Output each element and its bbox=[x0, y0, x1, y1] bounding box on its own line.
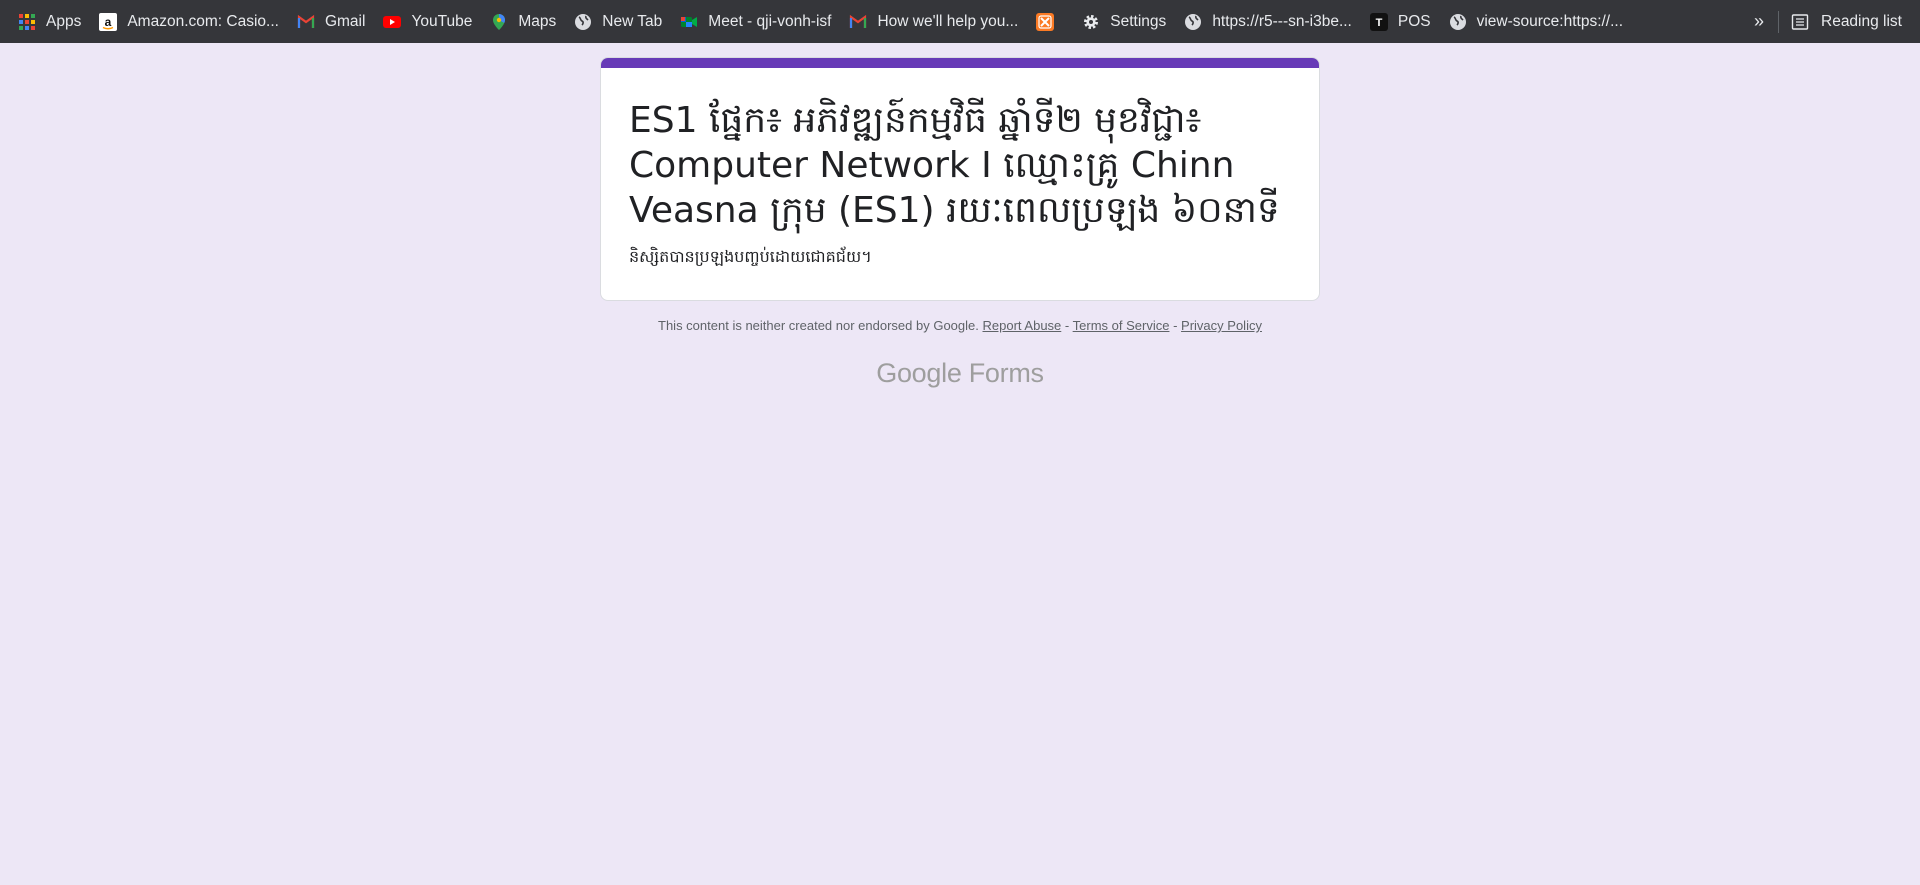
bookmark-amazon[interactable]: a Amazon.com: Casio... bbox=[90, 7, 288, 37]
bookmarks-overflow-button[interactable]: » bbox=[1744, 11, 1774, 32]
svg-text:a: a bbox=[105, 15, 112, 29]
footer-separator: - bbox=[1173, 318, 1178, 333]
bookmarks-bar: Apps a Amazon.com: Casio... Gmail YouTub… bbox=[0, 0, 1920, 43]
gear-icon bbox=[1082, 13, 1100, 31]
google-forms-logo[interactable]: Google Forms bbox=[600, 358, 1320, 389]
bookmark-label: Gmail bbox=[324, 12, 366, 30]
form-accent-bar bbox=[601, 58, 1319, 68]
reading-list-button[interactable]: Reading list bbox=[1791, 13, 1920, 31]
footer-disclaimer: This content is neither created nor endo… bbox=[600, 318, 1320, 333]
globe-icon bbox=[1449, 13, 1467, 31]
footer-separator: - bbox=[1064, 318, 1070, 333]
maps-pin-icon bbox=[490, 13, 508, 31]
bookmark-new-tab[interactable]: New Tab bbox=[565, 7, 671, 37]
gmail-icon bbox=[849, 13, 867, 31]
bookmark-label: Apps bbox=[46, 12, 82, 30]
bookmark-maps[interactable]: Maps bbox=[481, 7, 565, 37]
reading-list-label: Reading list bbox=[1821, 12, 1902, 30]
apps-grid-icon bbox=[18, 13, 36, 31]
bookmark-view-source[interactable]: view-source:https://... bbox=[1440, 7, 1632, 37]
bookmark-label: Amazon.com: Casio... bbox=[127, 12, 279, 30]
globe-icon bbox=[574, 13, 592, 31]
reading-list-icon bbox=[1791, 13, 1809, 31]
form-header-card: ES1 ផ្នែក៖ អភិវឌ្ឍន៍កម្មវិធី ឆ្នាំទី២ មុ… bbox=[600, 57, 1320, 301]
svg-text:T: T bbox=[1375, 17, 1382, 29]
terms-of-service-link[interactable]: Terms of Service bbox=[1073, 318, 1170, 333]
bookmark-label: view-source:https://... bbox=[1476, 12, 1624, 30]
bookmark-gmail[interactable]: Gmail bbox=[288, 7, 374, 37]
bookmark-label: YouTube bbox=[411, 12, 473, 30]
amazon-icon: a bbox=[99, 12, 118, 31]
bookmark-label: POS bbox=[1397, 12, 1431, 30]
bookmarks-divider bbox=[1778, 10, 1779, 33]
bookmark-apps[interactable]: Apps bbox=[18, 7, 90, 37]
youtube-icon bbox=[383, 13, 402, 31]
bookmark-pos[interactable]: T POS bbox=[1361, 7, 1440, 37]
globe-icon bbox=[1184, 13, 1202, 31]
bookmark-meet[interactable]: Meet - qji-vonh-isf bbox=[671, 7, 840, 37]
report-abuse-link[interactable]: Report Abuse bbox=[983, 318, 1062, 333]
bookmark-settings[interactable]: Settings bbox=[1073, 7, 1175, 37]
disclaimer-text: This content is neither created nor endo… bbox=[658, 318, 979, 333]
gmail-icon bbox=[297, 13, 315, 31]
bookmark-label: How we'll help you... bbox=[877, 12, 1019, 30]
xampp-icon bbox=[1036, 12, 1055, 31]
bookmark-label: Meet - qji-vonh-isf bbox=[708, 12, 832, 30]
pos-t-icon: T bbox=[1369, 12, 1388, 31]
form-description: និស្សិតបានប្រឡងបញ្ចប់ដោយជោគជ័យ។ bbox=[629, 247, 872, 266]
bookmark-label: https://r5---sn-i3be... bbox=[1212, 12, 1352, 30]
bookmark-xampp[interactable] bbox=[1027, 7, 1073, 37]
bookmark-label: Maps bbox=[518, 12, 557, 30]
forms-wordmark: Forms bbox=[968, 358, 1044, 388]
privacy-policy-link[interactable]: Privacy Policy bbox=[1181, 318, 1262, 333]
meet-icon bbox=[680, 13, 698, 31]
bookmark-gmail-help[interactable]: How we'll help you... bbox=[840, 7, 1027, 37]
form-title: ES1 ផ្នែក៖ អភិវឌ្ឍន៍កម្មវិធី ឆ្នាំទី២ មុ… bbox=[629, 100, 1280, 231]
bookmark-label: New Tab bbox=[602, 12, 663, 30]
bookmark-r5-url[interactable]: https://r5---sn-i3be... bbox=[1175, 7, 1361, 37]
bookmark-label: Settings bbox=[1110, 12, 1167, 30]
bookmark-youtube[interactable]: YouTube bbox=[374, 7, 481, 37]
google-wordmark: Google bbox=[876, 358, 962, 388]
